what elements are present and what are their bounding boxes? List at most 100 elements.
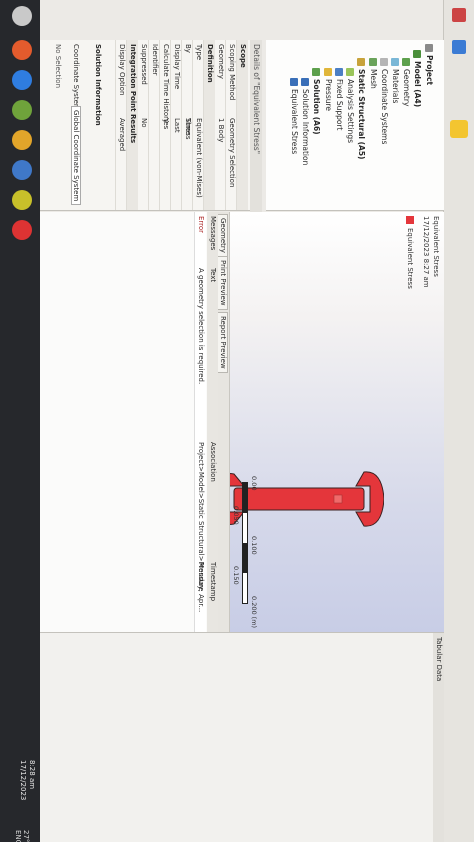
word-icon[interactable] [12, 160, 32, 180]
message-text: A geometry selection is required. [197, 268, 205, 385]
details-row[interactable]: Type Equivalent (von-Mises) Stress [184, 40, 204, 210]
tree-analysis[interactable]: Static Structural (A5) [357, 58, 366, 159]
details-section-solution-info: Solution Information [94, 44, 102, 126]
details-value: Averaged [118, 118, 126, 152]
details-key: Display Option [118, 44, 126, 96]
solve-icon[interactable] [450, 120, 468, 138]
tree-project[interactable]: Project [425, 44, 434, 85]
tree-pressure[interactable]: Pressure [324, 68, 333, 111]
details-key: Geometry [217, 44, 225, 79]
details-key: Display Time [173, 44, 181, 90]
tree-solution[interactable]: Solution (A6) [312, 68, 321, 135]
message-timestamp: Monday, Apr... [197, 562, 205, 613]
details-key: Scope [239, 44, 247, 68]
wrench-model[interactable] [224, 442, 384, 582]
tree-item-mesh[interactable]: Mesh [369, 58, 378, 89]
scale-bar [242, 482, 248, 604]
app-icon[interactable] [12, 190, 32, 210]
details-row[interactable]: By Time [181, 40, 193, 210]
project-icon [425, 44, 433, 52]
details-key: Integration Point Results [129, 44, 137, 144]
toolbar [443, 0, 474, 842]
tree-model[interactable]: Model (A4) [413, 50, 422, 107]
tree-item-materials[interactable]: Materials [391, 58, 400, 103]
wrench-handle [233, 487, 365, 511]
select-icon[interactable] [452, 40, 466, 54]
windows-taskbar: 8:28 am 17/12/2023 27°C ENG [0, 0, 40, 842]
tree-equivalent-stress[interactable]: Equivalent Stress [290, 78, 299, 154]
edge-icon[interactable] [12, 70, 32, 90]
support-icon [335, 68, 343, 76]
details-row[interactable]: Scoping Method Geometry Selection [225, 40, 237, 210]
details-value: Geometry Selection [228, 118, 236, 188]
tree-solution-information[interactable]: Solution Information [301, 78, 310, 165]
tree-analysis-settings[interactable]: Analysis Settings [346, 68, 355, 143]
details-panel: Details of "Equivalent Stress" Scope Scop… [40, 40, 262, 214]
details-section: Definition [203, 40, 215, 210]
scale-tick-label: 0.00 [250, 476, 258, 491]
red-app-icon[interactable] [12, 220, 32, 240]
monitor-screen: Project Model (A4) Geometry Materials Co… [0, 0, 474, 842]
details-value: 1 Body [217, 118, 225, 143]
scale-tick-label: 0.150 [232, 566, 240, 585]
result-timestamp: 17/12/2023 8:27 am [422, 216, 430, 288]
result-title: Equivalent Stress [432, 216, 440, 277]
details-key: By [184, 44, 192, 53]
details-value: Time [184, 118, 192, 136]
details-value: No [140, 118, 148, 128]
scale-tick-label: 0.100 [250, 536, 258, 555]
tree-item-coordinate-systems[interactable]: Coordinate Systems [380, 58, 389, 144]
legend-swatch [406, 216, 414, 224]
details-row[interactable]: Geometry 1 Body [214, 40, 226, 210]
explorer-icon[interactable] [12, 100, 32, 120]
tab-print-preview[interactable]: Print Preview [217, 256, 228, 310]
language-indicator: ENG [14, 830, 22, 842]
info-icon [301, 78, 309, 86]
scale-tick-label: 0.200 (m) [250, 596, 258, 629]
details-row[interactable]: Display Time Last [170, 40, 182, 210]
details-title: Details of "Equivalent Stress" [250, 40, 262, 214]
details-key: Type [195, 44, 203, 61]
details-row[interactable]: Suppressed No [137, 40, 149, 210]
coordinate-icon [380, 58, 388, 66]
details-row[interactable]: Display Option Averaged [115, 40, 127, 210]
legend-label: Equivalent Stress [406, 228, 414, 289]
messages-panel: Messages Text Association Timestamp Erro… [40, 212, 218, 632]
details-row[interactable]: Calculate Time History Yes [159, 40, 171, 210]
clock-time: 8:28 am [28, 760, 36, 790]
stop-icon[interactable] [452, 8, 466, 22]
start-icon[interactable] [12, 6, 32, 26]
message-row[interactable]: Error A geometry selection is required. … [194, 212, 206, 632]
clock-date: 17/12/2023 [19, 760, 27, 801]
details-section: Integration Point Results [126, 40, 138, 210]
details-section: Scope [236, 40, 248, 210]
messages-title: Messages [209, 216, 217, 251]
stress-icon [290, 78, 298, 86]
coordinate-system-select[interactable]: Global Coordinate System [71, 106, 81, 206]
message-type: Error [197, 216, 205, 234]
details-value: Last [173, 118, 181, 133]
details-row[interactable]: Identifier [148, 40, 160, 210]
col-timestamp: Timestamp [209, 562, 217, 602]
col-association: Association [209, 442, 217, 482]
ansys-icon[interactable] [12, 130, 32, 150]
outline-tree: Project Model (A4) Geometry Materials Co… [266, 40, 444, 211]
geometry-icon [402, 58, 410, 66]
tab-geometry[interactable]: Geometry [217, 214, 228, 257]
warning-icon [324, 68, 332, 76]
coordinate-system-label: Coordinate Systems [72, 44, 80, 115]
system-tray[interactable]: 8:28 am 17/12/2023 27°C ENG [4, 760, 36, 842]
tree-fixed-support[interactable]: Fixed Support [335, 68, 344, 130]
office-icon[interactable] [12, 40, 32, 60]
no-selection-status: No Selection [54, 44, 62, 89]
scale-tick-label: 0.050 [232, 506, 240, 525]
details-value: Yes [162, 118, 170, 130]
model-icon [413, 50, 421, 58]
tabular-data-title: Tabular Data [433, 633, 444, 842]
messages-header: Messages Text Association Timestamp [207, 212, 218, 632]
tree-item-geometry[interactable]: Geometry [402, 58, 411, 106]
tab-report-preview[interactable]: Report Preview [217, 312, 228, 373]
weather-temp: 27°C [22, 830, 30, 842]
ansys-mechanical-window: Project Model (A4) Geometry Materials Co… [40, 0, 474, 842]
col-text: Text [209, 268, 217, 283]
